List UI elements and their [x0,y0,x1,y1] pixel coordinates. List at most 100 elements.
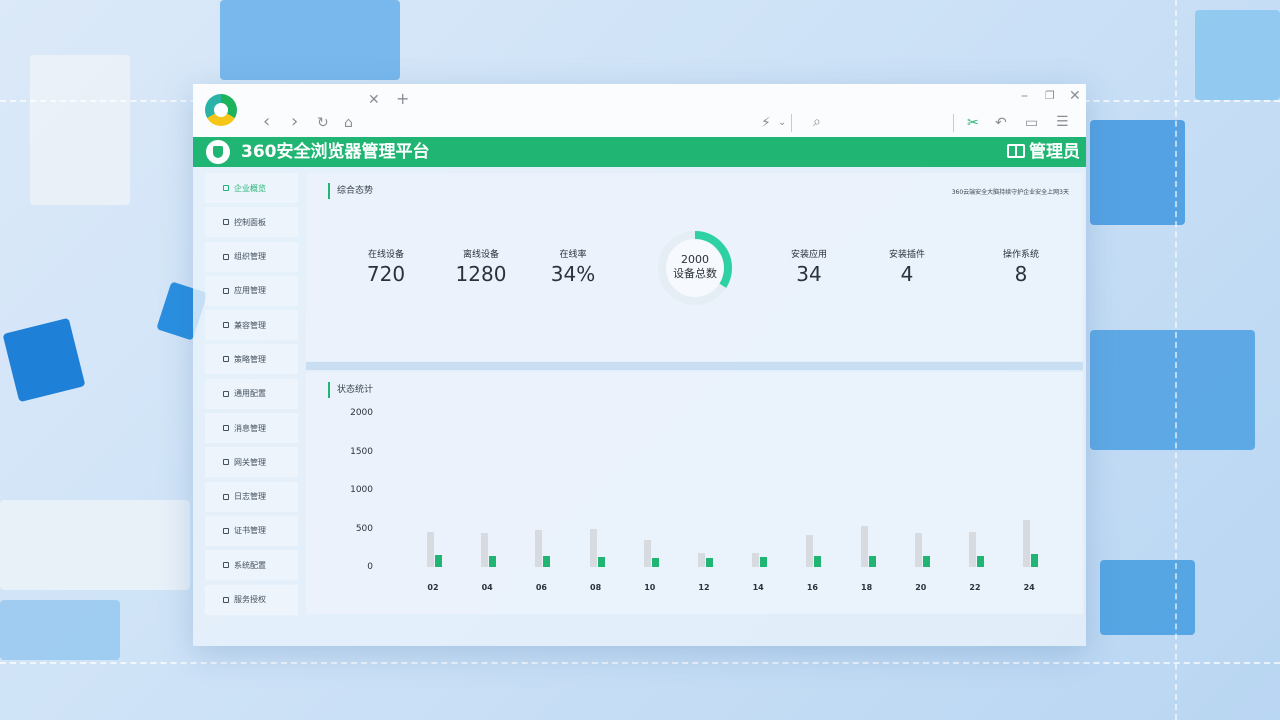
home-icon[interactable]: ⌂ [344,115,353,131]
bg-cube [0,500,190,590]
search-icon[interactable]: ⌕ [813,114,821,130]
sidebar-item-label: 应用管理 [234,286,266,296]
bar-gray [914,533,922,567]
log-icon [223,493,229,500]
bar-gray [481,533,489,567]
stat-installed-plugins: 安装插件 4 [877,249,937,287]
new-tab-icon[interactable]: + [396,91,409,107]
y-tick-label: 2000 [350,408,373,418]
policy-icon [223,356,229,363]
speed-mode-icon[interactable]: ⚡ [761,115,771,131]
sidebar-item-organization[interactable]: 组织管理 [205,241,298,272]
sidebar: 企业概览 控制面板 组织管理 应用管理 兼容管理 策略管理 通用配置 消息管理 … [205,173,298,619]
stat-label: 安装插件 [888,250,925,260]
search-input[interactable] [831,114,945,132]
maximize-icon[interactable]: ❐ [1045,88,1055,104]
sidebar-item-apps[interactable]: 应用管理 [205,275,298,306]
x-tick-label: 16 [806,583,818,592]
sidebar-item-logs[interactable]: 日志管理 [205,481,298,512]
bg-cube [1100,560,1195,635]
bar-green [760,557,768,567]
bg-cube [1090,120,1185,225]
minimize-icon[interactable]: – [1021,88,1028,104]
sidebar-item-system-config[interactable]: 系统配置 [205,550,298,581]
bg-cube [30,55,130,205]
sidebar-item-label: 服务授权 [234,595,266,605]
menu-icon[interactable]: ☰ [1056,114,1069,130]
bar-gray [752,553,760,567]
stat-label: 操作系统 [1002,250,1039,260]
stat-value: 34% [550,262,596,286]
x-tick-label: 08 [590,583,602,592]
bg-cube [220,0,400,80]
sidebar-item-label: 网关管理 [234,457,266,467]
panel-divider [306,362,1083,370]
stat-value: 720 [366,262,406,286]
admin-menu[interactable]: 管理员 [1007,141,1080,163]
bar-gray [860,525,868,567]
bar-gray [969,531,976,567]
y-tick-label: 0 [367,562,373,572]
bar-gray [643,540,651,567]
sidebar-item-gateway[interactable]: 网关管理 [205,447,298,478]
gateway-icon [223,459,229,466]
chevron-down-icon[interactable]: ⌄ [778,115,786,131]
ring-center: 2000 设备总数 [656,253,734,281]
sidebar-item-policy[interactable]: 策略管理 [205,344,298,375]
stat-offline: 离线设备 1280 [449,249,513,287]
config-icon [223,390,229,397]
shield-icon [206,140,230,164]
status-panel: 状态统计 2000 1500 1000 500 0 02 04 06 08 10 12 14 16 18 2… [306,372,1083,614]
toolbar-divider [953,114,954,132]
sidebar-item-messages[interactable]: 消息管理 [205,413,298,444]
bg-cube [1090,330,1255,450]
sidebar-item-label: 兼容管理 [234,320,266,330]
address-divider [791,114,792,132]
gear-icon [223,562,229,569]
bg-dashed-line [0,662,1280,664]
y-tick-label: 1000 [350,485,373,495]
sidebar-item-license[interactable]: 服务授权 [205,584,298,615]
bar-gray [1023,520,1031,567]
x-tick-label: 12 [698,583,710,592]
bg-cube [0,600,120,660]
sidebar-item-certificates[interactable]: 证书管理 [205,515,298,546]
status-chart: 2000 1500 1000 500 0 02 04 06 08 10 12 14 16 18 20 22 24 [306,372,1083,614]
overview-icon [223,185,229,191]
x-tick-label: 06 [535,583,547,592]
bar-green [435,554,442,567]
forward-icon[interactable]: › [291,113,298,131]
undo-icon[interactable]: ↶ [995,115,1007,131]
bar-gray [806,534,814,567]
bar-gray [427,531,434,567]
compat-icon [223,322,229,329]
stat-label: 在线率 [559,250,587,260]
refresh-icon[interactable]: ↻ [317,115,329,131]
sidebar-item-overview[interactable]: 企业概览 [205,173,298,203]
sidebar-item-label: 消息管理 [234,423,266,433]
bar-green [651,557,659,567]
certificate-icon [223,527,229,534]
stat-value: 1280 [455,262,507,286]
stat-label: 在线设备 [367,250,404,260]
scissors-icon[interactable]: ✂ [967,115,979,131]
sidebar-item-compatibility[interactable]: 兼容管理 [205,310,298,341]
app-header: 360安全浏览器管理平台 管理员 [193,137,1086,167]
back-icon[interactable]: ‹ [263,113,270,131]
close-tab-icon[interactable]: ✕ [368,92,380,108]
close-window-icon[interactable]: ✕ [1069,88,1081,104]
stat-installed-apps: 安装应用 34 [779,249,839,287]
sidebar-item-general-config[interactable]: 通用配置 [205,378,298,409]
bar-gray [535,530,543,567]
sidebar-item-label: 企业概览 [234,183,266,193]
stat-value: 4 [900,262,914,286]
comment-icon[interactable]: ▭ [1025,115,1038,131]
sidebar-item-label: 组织管理 [234,252,266,262]
app-icon [223,287,229,294]
sidebar-item-label: 证书管理 [234,526,266,536]
sidebar-item-label: 系统配置 [234,560,266,570]
sidebar-item-label: 通用配置 [234,389,266,399]
bar-gray [589,528,597,567]
sidebar-item-control-panel[interactable]: 控制面板 [205,207,298,238]
browser-logo-icon [205,94,237,126]
